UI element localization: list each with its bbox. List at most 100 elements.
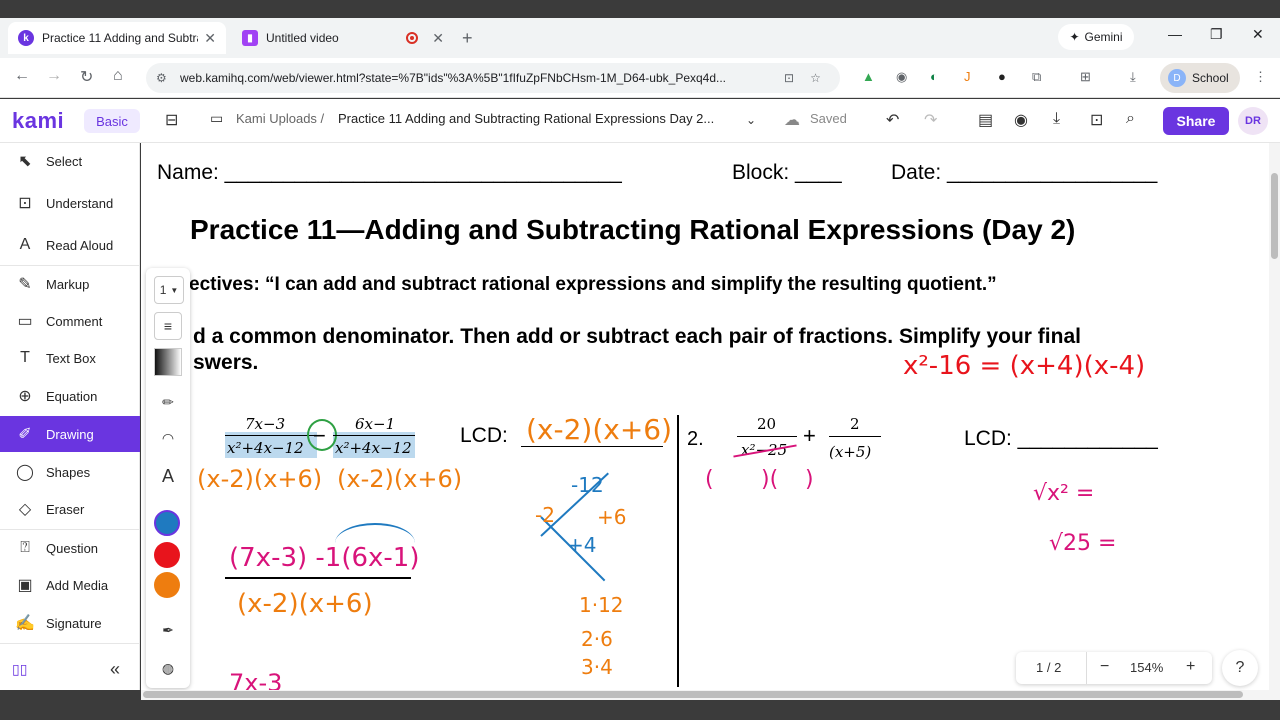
tool-eraser[interactable]: ◇ Eraser	[0, 491, 140, 527]
plan-badge[interactable]: Basic	[84, 109, 140, 133]
handwritten-fraction-bar	[225, 577, 411, 579]
menu-icon[interactable]: ≡	[154, 312, 182, 340]
comment-icon: ▭	[17, 313, 33, 330]
tab-practice-11[interactable]: k Practice 11 Adding and Subtrac ✕	[8, 22, 226, 54]
close-tab-icon[interactable]: ✕	[204, 30, 216, 47]
site-info-icon[interactable]: ⚙	[156, 71, 167, 85]
tool-select[interactable]: ⬉ Select	[0, 143, 140, 179]
date-field-label: Date: __________________	[891, 161, 1158, 184]
restore-icon[interactable]: ❐	[1210, 26, 1223, 43]
cloud-icon: ☁	[784, 112, 800, 129]
profile-label: School	[1192, 71, 1229, 85]
close-tab-icon[interactable]: ✕	[432, 30, 444, 47]
paren-note: (	[705, 467, 714, 492]
new-tab-button[interactable]: +	[462, 28, 473, 49]
user-avatar[interactable]: DR	[1238, 107, 1268, 135]
opacity-swatch[interactable]	[154, 348, 182, 376]
document-title[interactable]: Practice 11 Adding and Subtracting Ratio…	[338, 111, 714, 126]
menu-icon[interactable]: ⋮	[1254, 69, 1267, 85]
gemini-button[interactable]: ✦ Gemini	[1058, 24, 1134, 50]
handwritten-factor: (x-2)(x+6)	[197, 465, 323, 493]
tool-text-box[interactable]: T Text Box	[0, 340, 140, 376]
pen-icon: ✐	[18, 426, 32, 443]
tool-comment[interactable]: ▭ Comment	[0, 303, 140, 339]
profile-chip[interactable]: D School	[1160, 63, 1240, 93]
text-style-icon[interactable]: A	[154, 462, 182, 490]
factor-pair: 2·6	[581, 627, 613, 651]
tool-read-aloud[interactable]: A Read Aloud	[0, 227, 140, 263]
undo-icon[interactable]: ↶	[886, 110, 899, 130]
back-icon[interactable]: ←	[14, 67, 30, 85]
difference-of-squares: x²-16 = (x+4)(x-4)	[903, 351, 1146, 381]
download-icon[interactable]: ⤓	[1053, 110, 1060, 128]
tab-search-icon[interactable]: ⊞	[1080, 69, 1091, 85]
zoom-in-button[interactable]: +	[1186, 658, 1195, 676]
extension-icon[interactable]: J	[964, 69, 971, 84]
p2-numerator-1: 20	[757, 415, 777, 433]
breadcrumb-root[interactable]: Kami Uploads /	[236, 111, 324, 126]
search-icon[interactable]: ⌕	[1126, 110, 1135, 128]
downloads-icon[interactable]: ⤓	[1130, 69, 1136, 85]
extensions-puzzle-icon[interactable]: ⧉	[1032, 69, 1041, 85]
stroke-size-select[interactable]: 1 ▼	[154, 276, 184, 304]
ruler-icon[interactable]: ✏	[154, 388, 182, 416]
kami-header: kami Basic ⊟ ▭ Kami Uploads / Practice 1…	[0, 99, 1280, 143]
gemini-label: Gemini	[1084, 30, 1123, 44]
tool-shapes[interactable]: ◯ Shapes	[0, 454, 140, 490]
drive-extension-icon[interactable]: ▲	[862, 69, 875, 84]
extension-icon[interactable]: ●	[998, 69, 1006, 84]
eyedropper-icon[interactable]: ✒	[154, 616, 182, 644]
zoom-out-button[interactable]: −	[1100, 658, 1109, 676]
archive-icon[interactable]: ⊟	[165, 110, 178, 130]
share-button[interactable]: Share	[1163, 107, 1229, 135]
page-indicator[interactable]: 1 / 2	[1036, 660, 1061, 675]
zoom-level[interactable]: 154%	[1130, 660, 1163, 675]
handwritten-factor: (x-2)(x+6)	[337, 465, 463, 493]
reload-icon[interactable]: ↻	[80, 67, 93, 87]
toolbox-icon[interactable]: ⊡	[1090, 110, 1103, 130]
color-swatch-red[interactable]	[154, 542, 180, 568]
forward-icon[interactable]: →	[46, 67, 62, 85]
scroll-thumb[interactable]	[143, 691, 1243, 698]
scroll-thumb[interactable]	[1271, 173, 1278, 259]
color-palette-icon[interactable]: ◍	[154, 654, 182, 682]
fraction-bar	[829, 436, 881, 437]
color-swatch-orange[interactable]	[154, 572, 180, 598]
close-window-icon[interactable]: ✕	[1252, 26, 1264, 43]
extension-icon[interactable]: ◐	[930, 69, 938, 84]
address-bar[interactable]: ⚙ web.kamihq.com/web/viewer.html?state=%…	[146, 63, 840, 93]
document-icon[interactable]: ▤	[978, 110, 993, 130]
tool-understand[interactable]: ⊡ Understand	[0, 185, 140, 221]
document-page[interactable]: Name: __________________________________…	[141, 143, 1269, 690]
tab-untitled-video[interactable]: ▮ Untitled video ✕	[232, 22, 454, 54]
color-swatch-blue[interactable]	[154, 510, 180, 536]
recording-icon	[406, 32, 418, 44]
tool-signature[interactable]: ✍ Signature	[0, 605, 140, 641]
kami-logo[interactable]: kami	[12, 108, 64, 134]
chevron-down-icon[interactable]: ⌄	[746, 113, 756, 127]
p2-denominator-2: (x+5)	[829, 443, 872, 461]
redo-icon[interactable]: ↷	[924, 110, 937, 130]
tool-equation[interactable]: ⊕ Equation	[0, 378, 140, 414]
collapse-sidebar-icon[interactable]: «	[110, 659, 120, 680]
extension-icon[interactable]: ◉	[896, 69, 907, 85]
home-icon[interactable]: ⌂	[113, 67, 123, 85]
saved-status: Saved	[810, 111, 847, 126]
factor-pair: 3·4	[581, 655, 613, 679]
drawing-palette: 1 ▼ ≡ ✏ ◠ A ✒ ◍	[146, 268, 190, 688]
tool-question[interactable]: ⍰ Question	[0, 530, 140, 566]
horizontal-scrollbar[interactable]	[141, 690, 1280, 700]
x-top: -12	[571, 473, 604, 497]
vertical-scrollbar[interactable]	[1269, 143, 1280, 690]
minimize-icon[interactable]: —	[1168, 26, 1182, 42]
tool-add-media[interactable]: ▣ Add Media	[0, 567, 140, 603]
bookmark-star-icon[interactable]: ☆	[810, 71, 821, 85]
tool-markup[interactable]: ✎ Markup	[0, 266, 140, 302]
eye-icon[interactable]: ◉	[1014, 110, 1028, 130]
fraction-bar	[225, 435, 317, 436]
protractor-icon[interactable]: ◠	[154, 424, 182, 452]
layout-toggle-icon[interactable]: ▯▯	[12, 661, 27, 678]
help-button[interactable]: ?	[1222, 650, 1258, 686]
tool-drawing[interactable]: ✐ Drawing	[0, 416, 140, 452]
install-icon[interactable]: ⊡	[784, 71, 794, 85]
